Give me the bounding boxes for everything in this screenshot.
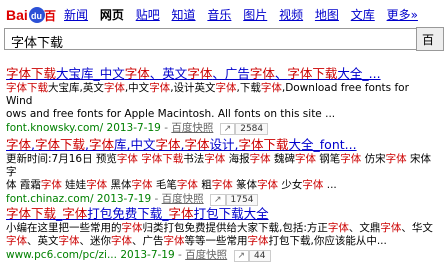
share-count: 44 — [249, 250, 271, 262]
snapshot-link[interactable]: 百度快照 — [162, 193, 204, 205]
nav-web[interactable]: 网页 — [100, 6, 124, 23]
nav-wenku[interactable]: 文库 — [351, 6, 375, 23]
search-input[interactable]: 字体下载 — [4, 28, 416, 51]
svg-text:du: du — [31, 11, 42, 21]
nav-images[interactable]: 图片 — [243, 6, 267, 23]
result-abstract: 字体下载大宝库,英文字体,中文字体,设计英文字体,下载字体,Download f… — [6, 82, 438, 121]
result-abstract: 小编在这里把一些常用的字体归类打包免费提供给大家下载,包括:方正字体、文鼎字体、… — [6, 222, 438, 248]
svg-text:Bai: Bai — [6, 7, 28, 23]
result-meta: www.pc6.com/pc/zi... 2013-7-19 - 百度快照 ↗ 4… — [6, 248, 438, 262]
share-icon[interactable]: ↗ — [233, 250, 250, 262]
abstract-line: 字体下载大宝库,英文字体,中文字体,设计英文字体,下载字体,Download f… — [6, 82, 409, 107]
share-count: 1754 — [225, 194, 259, 206]
nav-map[interactable]: 地图 — [315, 6, 339, 23]
nav-more[interactable]: 更多» — [387, 6, 418, 23]
result-item: 字体下载_字体打包免费下载_字体打包下载大全 小编在这里把一些常用的字体归类打包… — [6, 206, 438, 262]
baidu-logo[interactable]: Bai du 百 — [6, 4, 56, 26]
result-meta: font.knowsky.com/ 2013-7-19 - 百度快照 ↗ 2584 — [6, 121, 438, 135]
abstract-line: 体 霞霜字体 娃娃字体 黑体字体 毛笔字体 粗字体 篆体字体 少女字体 ... — [6, 179, 337, 191]
snapshot-link[interactable]: 百度快照 — [171, 122, 213, 134]
share-icon[interactable]: ↗ — [210, 194, 226, 206]
abstract-line: 更新时间:7月16日 预览字体 字体下载书法字体 海报字体 魏碑字体 钢笔字体 … — [6, 153, 431, 178]
snapshot-link[interactable]: 百度快照 — [185, 249, 227, 261]
result-meta: font.chinaz.com/ 2013-7-19 - 百度快照 ↗ 1754 — [6, 192, 438, 206]
result-item: 字体下载大宝库_中文字体、英文字体、广告字体、字体下载大全_... 字体下载大宝… — [6, 66, 438, 135]
result-url: font.knowsky.com/ — [6, 122, 104, 134]
nav-zhidao[interactable]: 知道 — [172, 6, 196, 23]
result-abstract: 更新时间:7月16日 预览字体 字体下载书法字体 海报字体 魏碑字体 钢笔字体 … — [6, 153, 438, 192]
result-url: font.chinaz.com/ — [6, 193, 94, 205]
share-icon[interactable]: ↗ — [219, 123, 236, 135]
svg-text:百: 百 — [44, 9, 56, 23]
nav-news[interactable]: 新闻 — [64, 6, 88, 23]
search-button[interactable]: 百 — [416, 27, 444, 51]
result-item: 字体,字体下载,字体库,中文字体,字体设计,字体下载大全_font... 更新时… — [6, 137, 438, 206]
share-count: 2584 — [235, 123, 269, 135]
result-date: 2013-7-19 — [106, 122, 161, 134]
nav-tieba[interactable]: 贴吧 — [136, 6, 160, 23]
abstract-line: ows and free fonts for Apple Macintosh. … — [6, 108, 336, 120]
result-date: 2013-7-19 — [120, 249, 175, 261]
nav-video[interactable]: 视频 — [279, 6, 303, 23]
abstract-line: 字体、英文字体、迷你字体、广告字体等等一些常用字体打包下载,你应该能从中... — [6, 235, 387, 247]
result-title[interactable]: 字体,字体下载,字体库,中文字体,字体设计,字体下载大全_font... — [6, 137, 438, 153]
result-date: 2013-7-19 — [96, 193, 152, 205]
top-nav: 新闻 网页 贴吧 知道 音乐 图片 视频 地图 文库 更多» — [64, 6, 418, 23]
nav-music[interactable]: 音乐 — [207, 6, 231, 23]
result-url: www.pc6.com/pc/zi... — [6, 249, 117, 261]
result-title[interactable]: 字体下载大宝库_中文字体、英文字体、广告字体、字体下载大全_... — [6, 66, 438, 82]
abstract-line: 小编在这里把一些常用的字体归类打包免费提供给大家下载,包括:方正字体、文鼎字体、… — [6, 222, 433, 234]
result-title[interactable]: 字体下载_字体打包免费下载_字体打包下载大全 — [6, 206, 438, 222]
